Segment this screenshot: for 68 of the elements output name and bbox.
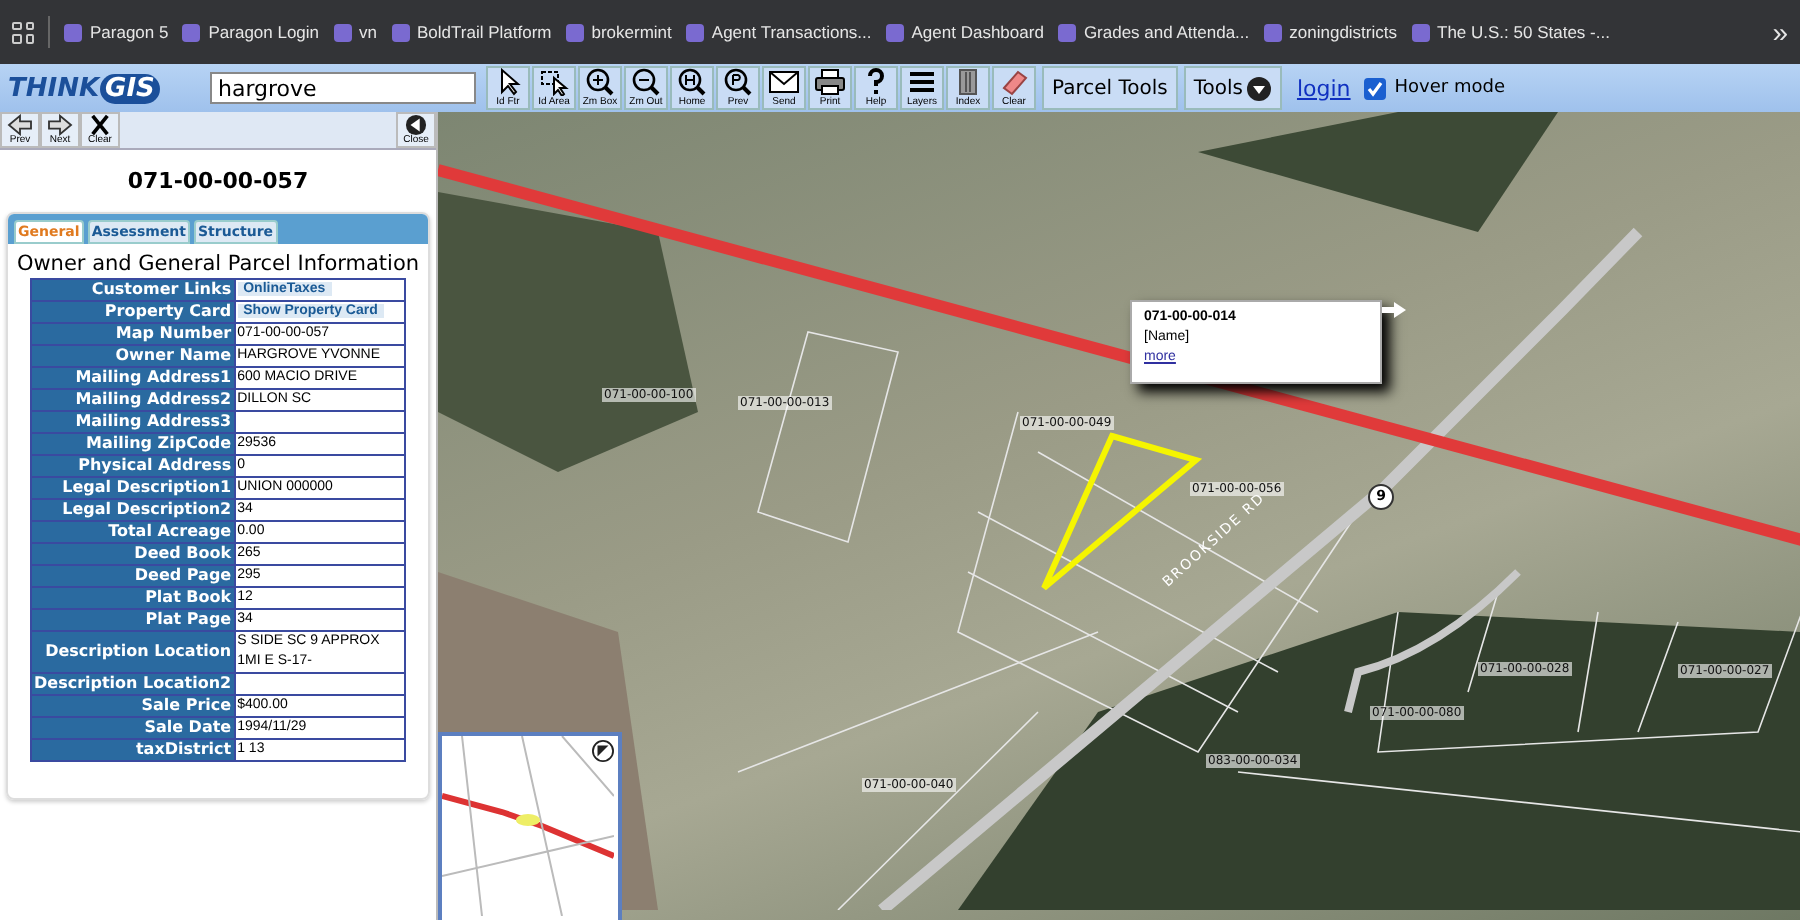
- field-label: Plat Book: [31, 587, 235, 609]
- bookmark-link[interactable]: brokermint: [565, 22, 672, 42]
- favicon-icon: [685, 23, 704, 41]
- favicon-icon: [391, 23, 410, 41]
- favicon-icon: [333, 23, 352, 41]
- field-label: Mailing ZipCode: [31, 433, 235, 455]
- favicon-icon: [1057, 23, 1076, 41]
- favicon-icon: [1411, 23, 1429, 41]
- field-label: Property Card: [31, 301, 235, 323]
- field-label: Sale Date: [31, 717, 235, 739]
- field-label: Description Location2: [31, 673, 235, 695]
- favicon-icon: [885, 23, 904, 41]
- bookmark-link[interactable]: vn: [333, 22, 378, 42]
- zoomin-icon: [584, 68, 616, 96]
- arrow-left-icon: [6, 114, 34, 136]
- bookmark-link[interactable]: Agent Dashboard: [885, 22, 1044, 42]
- field-label: Physical Address: [31, 455, 235, 477]
- field-label: Mailing Address1: [31, 367, 235, 389]
- bookmark-link[interactable]: Grades and Attenda...: [1057, 22, 1250, 42]
- tools-menu-button[interactable]: Tools: [1183, 66, 1283, 110]
- section-heading: Owner and General Parcel Information: [14, 250, 422, 278]
- eraser-icon: [998, 68, 1030, 96]
- zoomout-icon: [630, 68, 662, 96]
- thinkgis-logo: THINK GIS: [8, 73, 168, 103]
- mail-icon: [768, 68, 800, 96]
- favicon-icon: [1263, 23, 1282, 41]
- parcel-title: 071-00-00-057: [125, 166, 311, 198]
- arrow-right-icon[interactable]: [1382, 302, 1406, 318]
- field-label: taxDistrict: [31, 739, 235, 761]
- favicon-icon: [182, 23, 201, 41]
- field-label: Deed Page: [31, 565, 235, 587]
- collapse-icon[interactable]: [592, 740, 614, 762]
- layers-icon: [906, 68, 938, 96]
- field-label: Mailing Address3: [31, 411, 235, 433]
- field-label: Deed Book: [31, 543, 235, 565]
- print-icon: [814, 68, 846, 96]
- apps-grid-icon[interactable]: [12, 21, 34, 43]
- bookmark-link[interactable]: BoldTrail Platform: [391, 22, 552, 42]
- field-label: Description Location: [31, 631, 235, 673]
- arrow-right-icon: [46, 114, 74, 136]
- bookmark-link[interactable]: Paragon 5: [64, 22, 169, 42]
- field-label: Map Number: [31, 323, 235, 345]
- field-label: Owner Name: [31, 345, 235, 367]
- bookmark-link[interactable]: zoningdistricts: [1263, 22, 1397, 42]
- favicon-icon: [565, 23, 584, 41]
- field-label: Legal Description1: [31, 477, 235, 499]
- bookmarks-overflow-button[interactable]: »: [1772, 16, 1788, 48]
- close-icon: [86, 114, 114, 136]
- field-label: Total Acreage: [31, 521, 235, 543]
- field-label: Customer Links: [31, 279, 235, 301]
- area-icon: [538, 68, 570, 96]
- field-label: Legal Description2: [31, 499, 235, 521]
- prev-icon: [722, 68, 754, 96]
- dropdown-icon: [1246, 75, 1273, 101]
- field-label: Sale Price: [31, 695, 235, 717]
- hover-mode-label: Hover mode: [1394, 78, 1506, 98]
- collapse-icon: [404, 114, 428, 136]
- bookmark-link[interactable]: Agent Transactions...: [685, 22, 872, 42]
- bookmark-link[interactable]: Paragon Login: [182, 22, 320, 42]
- bookmark-link[interactable]: The U.S.: 50 States -...: [1411, 22, 1610, 42]
- parcel-tools-button[interactable]: Parcel Tools: [1042, 66, 1178, 110]
- field-label: Plat Page: [31, 609, 235, 631]
- search-field[interactable]: hargrove: [210, 72, 476, 104]
- login-link[interactable]: login: [1296, 75, 1351, 101]
- favicon-icon: [64, 23, 82, 41]
- home-icon: [676, 68, 708, 96]
- hover-mode-checkbox[interactable]: [1364, 77, 1387, 99]
- field-label: Mailing Address2: [31, 389, 235, 411]
